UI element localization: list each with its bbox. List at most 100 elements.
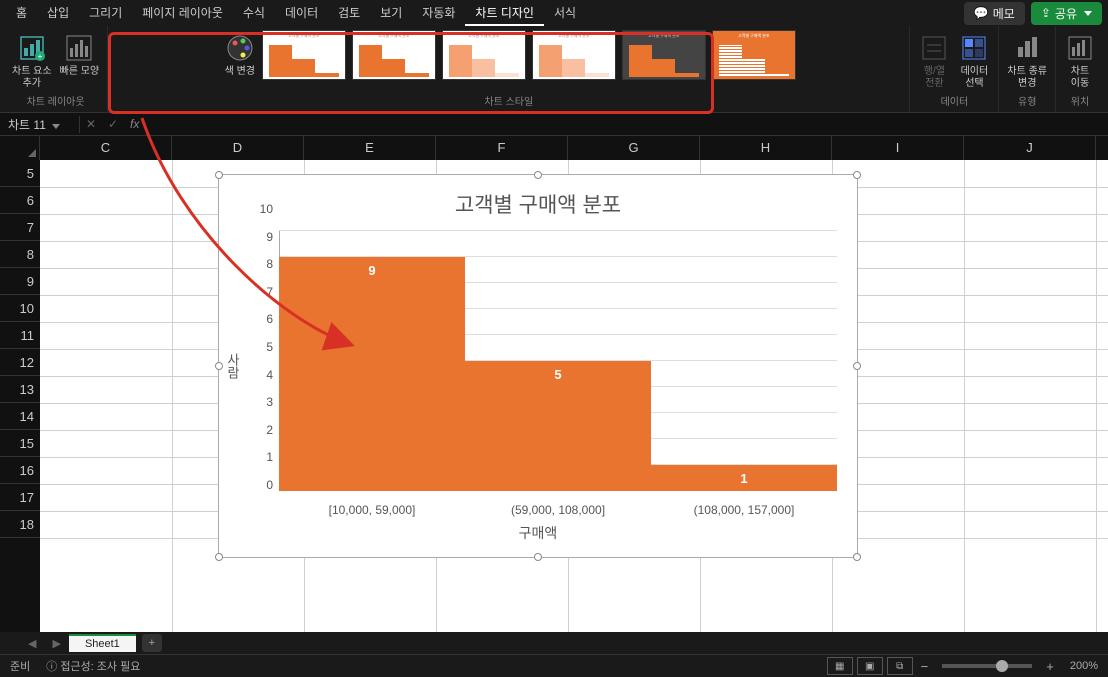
sheet-nav-next-icon[interactable]: ▶ — [44, 637, 68, 650]
quick-layout-icon — [63, 32, 95, 64]
add-chart-element-button[interactable]: + 차트 요소 추가 — [10, 30, 54, 92]
chart-style-3[interactable]: 고객별 구매액 분포 — [442, 30, 526, 80]
chart-handle-ne[interactable] — [853, 171, 861, 179]
add-chart-element-icon: + — [16, 32, 48, 64]
tab-data[interactable]: 데이터 — [275, 0, 328, 26]
accessibility-status[interactable]: ⓘ 접근성: 조사 필요 — [46, 658, 140, 674]
zoom-slider[interactable] — [942, 664, 1032, 668]
col-C[interactable]: C — [40, 136, 172, 160]
chart-xlabel[interactable]: 구매액 — [219, 523, 857, 543]
status-ready: 준비 — [10, 658, 30, 674]
col-F[interactable]: F — [436, 136, 568, 160]
chart-handle-nw[interactable] — [215, 171, 223, 179]
col-I[interactable]: I — [832, 136, 964, 160]
sheet-nav-prev-icon[interactable]: ◀ — [20, 637, 44, 650]
sheet-tab-active[interactable]: Sheet1 — [69, 634, 136, 652]
tab-formulas[interactable]: 수식 — [233, 0, 275, 26]
zoom-level[interactable]: 200% — [1070, 660, 1098, 672]
tab-insert[interactable]: 삽입 — [37, 0, 79, 26]
chart-style-4[interactable]: 고객별 구매액 분포 — [532, 30, 616, 80]
tab-view[interactable]: 보기 — [370, 0, 412, 26]
cancel-formula-icon: ✕ — [80, 117, 102, 131]
chart-handle-s[interactable] — [534, 553, 542, 561]
tab-automate[interactable]: 자동화 — [412, 0, 465, 26]
row-8[interactable]: 8 — [0, 241, 40, 268]
change-chart-type-button[interactable]: 차트 종류 변경 — [1005, 30, 1049, 92]
chart-handle-n[interactable] — [534, 171, 542, 179]
tab-format[interactable]: 서식 — [544, 0, 586, 26]
row-7[interactable]: 7 — [0, 214, 40, 241]
chart-bars[interactable]: 9 5 1 — [279, 231, 837, 491]
ribbon-group-layout: + 차트 요소 추가 빠른 모양 차트 레이아웃 — [4, 26, 108, 112]
memo-label: 메모 — [993, 5, 1015, 22]
quick-layout-button[interactable]: 빠른 모양 — [58, 30, 102, 92]
zoom-slider-thumb[interactable] — [996, 660, 1008, 672]
row-13[interactable]: 13 — [0, 376, 40, 403]
ribbon-group-colors-styles: 색 변경 고객별 구매액 분포 고객별 구매액 분포 고객별 구매액 분포 고객… — [108, 26, 910, 112]
tab-chartdesign[interactable]: 차트 디자인 — [465, 0, 544, 26]
tab-review[interactable]: 검토 — [328, 0, 370, 26]
chart-bar-2[interactable]: 1 — [651, 465, 837, 491]
chart-handle-w[interactable] — [215, 362, 223, 370]
move-chart-button[interactable]: 차트 이동 — [1062, 30, 1098, 92]
chart-handle-e[interactable] — [853, 362, 861, 370]
chart-style-5[interactable]: 고객별 구매액 분포 — [622, 30, 706, 80]
row-15[interactable]: 15 — [0, 430, 40, 457]
ribbon-group-type: 차트 종류 변경 유형 — [999, 26, 1056, 112]
view-pagebreak-button[interactable]: ⧉ — [887, 657, 913, 675]
chart-yaxis: 0 1 2 3 4 5 6 7 8 9 10 — [249, 223, 277, 499]
tab-home[interactable]: 홈 — [6, 0, 37, 26]
col-H[interactable]: H — [700, 136, 832, 160]
chart-title[interactable]: 고객별 구매액 분포 — [219, 175, 857, 227]
share-button[interactable]: ⇪ 공유 — [1031, 2, 1102, 25]
chart-handle-se[interactable] — [853, 553, 861, 561]
enter-formula-icon: ✓ — [102, 117, 124, 131]
column-headers: C D E F G H I J — [0, 136, 1108, 160]
chart-bar-0[interactable]: 9 — [279, 257, 465, 491]
chart-object[interactable]: 고객별 구매액 분포 사람 0 1 2 3 4 5 6 7 8 9 10 9 5 — [218, 174, 858, 558]
memo-button[interactable]: 💬 메모 — [964, 2, 1025, 25]
move-chart-icon — [1064, 32, 1096, 64]
fx-icon[interactable]: fx — [124, 117, 145, 131]
col-E[interactable]: E — [304, 136, 436, 160]
select-all-corner[interactable] — [0, 136, 40, 160]
view-pagelayout-button[interactable]: ▣ — [857, 657, 883, 675]
tab-pagelayout[interactable]: 페이지 레이아웃 — [132, 0, 233, 26]
chart-ylabel[interactable]: 사람 — [223, 353, 242, 379]
palette-icon — [224, 32, 256, 64]
tab-draw[interactable]: 그리기 — [79, 0, 132, 26]
ribbon-group-location: 차트 이동 위치 — [1056, 26, 1104, 112]
row-16[interactable]: 16 — [0, 457, 40, 484]
col-D[interactable]: D — [172, 136, 304, 160]
zoom-out-button[interactable]: − — [915, 659, 935, 674]
row-10[interactable]: 10 — [0, 295, 40, 322]
view-normal-button[interactable]: ▦ — [827, 657, 853, 675]
chart-style-2[interactable]: 고객별 구매액 분포 — [352, 30, 436, 80]
row-5[interactable]: 5 — [0, 160, 40, 187]
row-18[interactable]: 18 — [0, 511, 40, 538]
row-12[interactable]: 12 — [0, 349, 40, 376]
row-6[interactable]: 6 — [0, 187, 40, 214]
zoom-in-button[interactable]: + — [1040, 659, 1060, 674]
ribbon-group-data: 행/열 전환 데이터 선택 데이터 — [910, 26, 999, 112]
select-data-icon — [958, 32, 990, 64]
select-data-button[interactable]: 데이터 선택 — [956, 30, 992, 92]
col-J[interactable]: J — [964, 136, 1096, 160]
chart-styles-gallery: 고객별 구매액 분포 고객별 구매액 분포 고객별 구매액 분포 고객별 구매액… — [262, 30, 796, 80]
row-17[interactable]: 17 — [0, 484, 40, 511]
row-9[interactable]: 9 — [0, 268, 40, 295]
change-colors-button[interactable]: 색 변경 — [222, 30, 258, 80]
chart-handle-sw[interactable] — [215, 553, 223, 561]
col-G[interactable]: G — [568, 136, 700, 160]
add-sheet-button[interactable]: + — [142, 634, 162, 652]
chart-bar-1[interactable]: 5 — [465, 361, 651, 491]
chart-plotarea[interactable]: 0 1 2 3 4 5 6 7 8 9 10 9 5 1 — [279, 231, 837, 491]
name-box[interactable]: 차트 11 — [0, 116, 80, 133]
row-11[interactable]: 11 — [0, 322, 40, 349]
worksheet-grid[interactable]: C D E F G H I J 5 6 7 8 9 10 11 12 13 14… — [0, 136, 1108, 632]
chart-style-1[interactable]: 고객별 구매액 분포 — [262, 30, 346, 80]
switch-row-col-button: 행/열 전환 — [916, 30, 952, 92]
row-14[interactable]: 14 — [0, 403, 40, 430]
chart-style-6[interactable]: 고객별 구매액 분포 — [712, 30, 796, 80]
switch-icon — [918, 32, 950, 64]
